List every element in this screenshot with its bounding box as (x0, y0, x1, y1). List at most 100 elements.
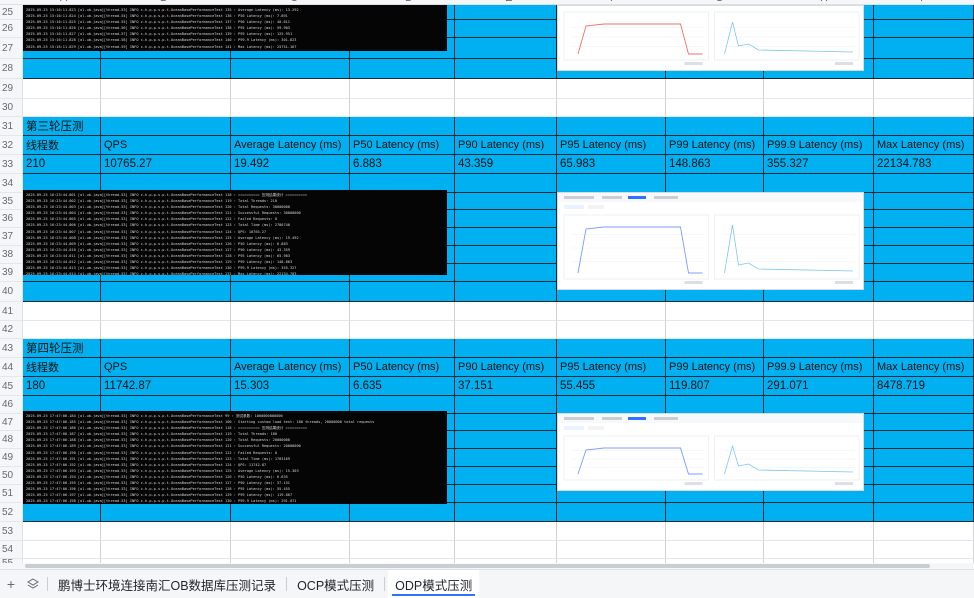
cell[interactable] (23, 522, 101, 541)
value-cell[interactable]: 10765.27 (101, 155, 231, 174)
row-number[interactable]: 39 (0, 264, 23, 282)
cell[interactable] (101, 79, 231, 99)
row-number[interactable]: 26 (0, 20, 23, 38)
value-cell[interactable]: 119.807 (666, 377, 764, 396)
row-number[interactable]: 31 (0, 117, 23, 136)
cell[interactable] (874, 431, 974, 449)
cell[interactable] (231, 117, 350, 136)
cell[interactable] (455, 193, 557, 210)
sheet-list-icon[interactable] (22, 573, 44, 595)
cell[interactable] (557, 79, 666, 99)
value-cell[interactable]: 15.303 (231, 377, 350, 396)
cell[interactable] (455, 321, 557, 339)
cell[interactable] (231, 282, 350, 302)
value-cell[interactable]: 355.327 (764, 155, 874, 174)
sheet-tab-2[interactable]: ODP模式压测 (388, 569, 480, 598)
cell[interactable] (231, 302, 350, 321)
cell[interactable] (874, 302, 974, 321)
header-cell[interactable]: P95 Latency (ms) (557, 136, 666, 155)
cell[interactable] (557, 174, 666, 193)
row-number[interactable]: 50 (0, 467, 23, 485)
column-letter[interactable]: G (715, 0, 724, 4)
cell[interactable] (666, 396, 764, 414)
cell[interactable] (764, 117, 874, 136)
row-number[interactable]: 52 (0, 503, 23, 522)
header-cell[interactable]: 线程数 (23, 358, 101, 377)
header-cell[interactable]: Average Latency (ms) (231, 136, 350, 155)
header-cell[interactable]: Average Latency (ms) (231, 358, 350, 377)
cell[interactable] (101, 339, 231, 358)
header-cell[interactable]: P95 Latency (ms) (557, 358, 666, 377)
cell[interactable] (455, 449, 557, 467)
column-letter[interactable]: I (920, 0, 923, 4)
cell[interactable] (231, 321, 350, 339)
value-cell[interactable]: 11742.87 (101, 377, 231, 396)
header-cell[interactable]: 线程数 (23, 136, 101, 155)
cell[interactable] (874, 396, 974, 414)
cell[interactable] (455, 485, 557, 503)
cell[interactable] (231, 339, 350, 358)
row-number[interactable]: 49 (0, 449, 23, 467)
cell[interactable] (666, 321, 764, 339)
row-number[interactable]: 54 (0, 541, 23, 559)
cell[interactable] (557, 339, 666, 358)
cell[interactable] (557, 302, 666, 321)
cell[interactable] (101, 541, 231, 559)
row-number[interactable]: 43 (0, 339, 23, 358)
cell[interactable] (350, 79, 455, 99)
value-cell[interactable]: 8478.719 (874, 377, 974, 396)
row-number[interactable]: 42 (0, 321, 23, 339)
cell[interactable] (23, 282, 101, 302)
row-number[interactable]: 53 (0, 522, 23, 541)
cell[interactable] (455, 522, 557, 541)
cell[interactable] (231, 99, 350, 117)
row-number[interactable]: 25 (0, 5, 23, 20)
cell[interactable] (455, 339, 557, 358)
cell[interactable] (455, 282, 557, 302)
row-number[interactable]: 36 (0, 210, 23, 228)
value-cell[interactable]: 19.492 (231, 155, 350, 174)
cell[interactable] (455, 228, 557, 246)
header-cell[interactable]: P99.9 Latency (ms) (764, 136, 874, 155)
cell[interactable] (764, 99, 874, 117)
cell[interactable] (874, 79, 974, 99)
column-letter[interactable]: D (405, 0, 413, 4)
row-number[interactable]: 34 (0, 174, 23, 193)
cell[interactable] (764, 339, 874, 358)
cell[interactable] (874, 210, 974, 228)
scrollbar-thumb[interactable] (25, 564, 930, 568)
header-cell[interactable]: QPS (101, 136, 231, 155)
cell[interactable] (874, 449, 974, 467)
cell[interactable] (874, 38, 974, 59)
cell[interactable] (23, 79, 101, 99)
row-number[interactable]: 41 (0, 302, 23, 321)
row-number[interactable]: 30 (0, 99, 23, 117)
cell[interactable] (874, 485, 974, 503)
cell[interactable] (764, 522, 874, 541)
cell[interactable] (23, 321, 101, 339)
sheet-tab-0[interactable]: 鹏博士环境连接南汇OB数据库压测记录 (51, 570, 283, 598)
cell[interactable] (231, 503, 350, 522)
row-number[interactable]: 44 (0, 358, 23, 377)
header-cell[interactable]: P99 Latency (ms) (666, 358, 764, 377)
cell[interactable] (231, 79, 350, 99)
row-number[interactable]: 40 (0, 282, 23, 302)
value-cell[interactable]: 37.151 (455, 377, 557, 396)
row-number[interactable]: 45 (0, 377, 23, 396)
cell[interactable] (557, 321, 666, 339)
header-cell[interactable]: Max Latency (ms) (874, 358, 974, 377)
cell[interactable] (455, 99, 557, 117)
cell[interactable] (874, 321, 974, 339)
cell[interactable] (23, 541, 101, 559)
cell[interactable] (455, 174, 557, 193)
section-title[interactable]: 第四轮压测 (23, 339, 101, 358)
cell[interactable] (874, 264, 974, 282)
cell[interactable] (557, 541, 666, 559)
cell[interactable] (455, 467, 557, 485)
cell[interactable] (557, 117, 666, 136)
cell[interactable] (350, 503, 455, 522)
value-cell[interactable]: 65.983 (557, 155, 666, 174)
row-number[interactable]: 47 (0, 414, 23, 431)
cell[interactable] (666, 541, 764, 559)
cell[interactable] (101, 321, 231, 339)
